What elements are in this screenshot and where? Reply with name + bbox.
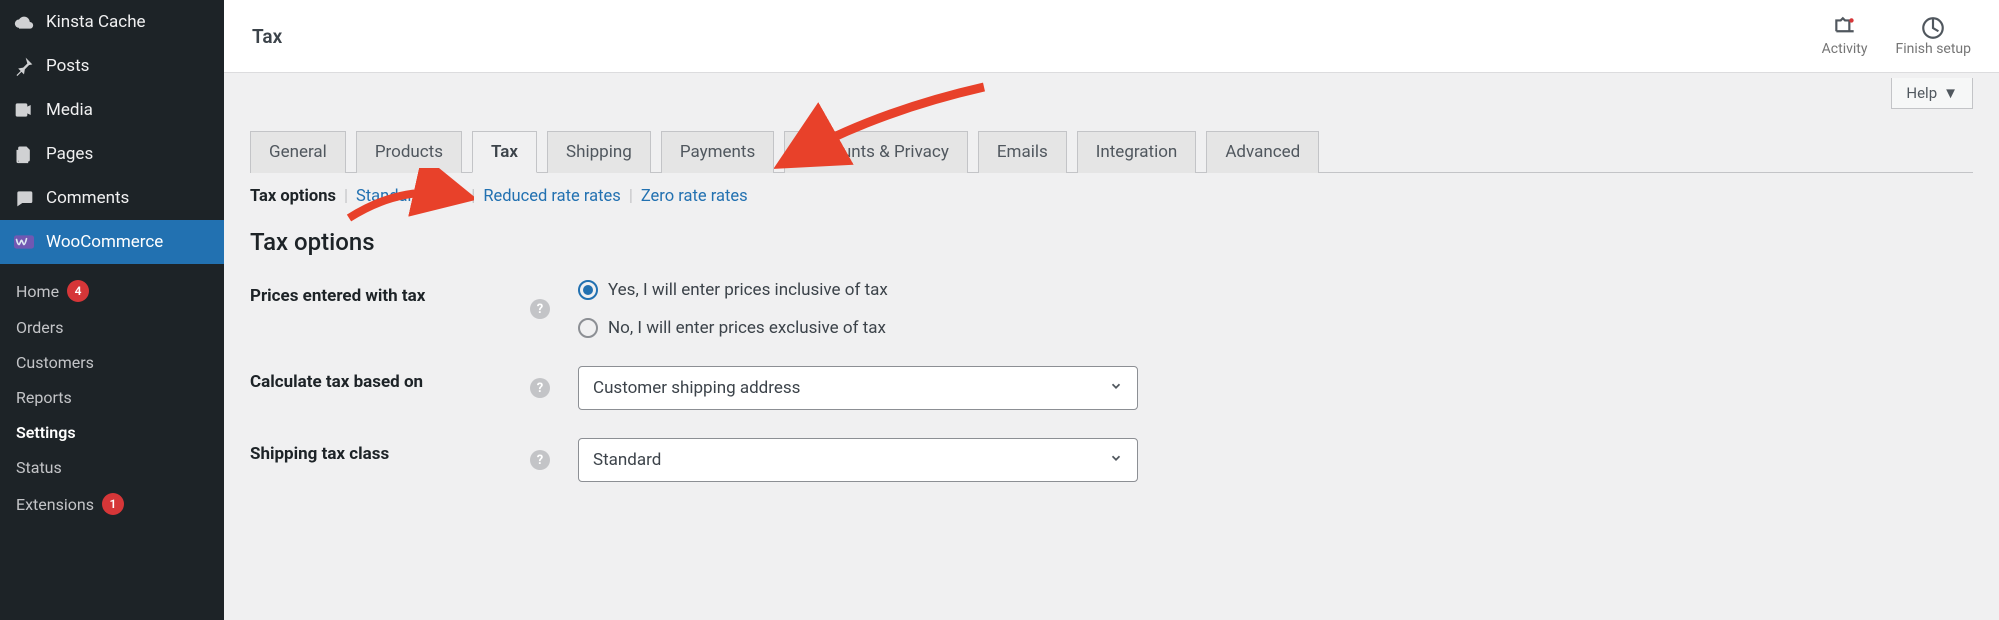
chevron-down-icon xyxy=(1109,450,1123,470)
row-shipping-tax-class: Shipping tax class ? Standard xyxy=(250,424,1973,496)
sidebar-item-label: Pages xyxy=(46,144,93,164)
subsub-link-zero-rates[interactable]: Zero rate rates xyxy=(641,187,748,206)
activity-label: Activity xyxy=(1822,41,1868,57)
submenu-item-extensions[interactable]: Extensions 1 xyxy=(0,485,224,523)
help-tab[interactable]: Help ▼ xyxy=(1891,78,1973,109)
subsub-link-reduced-rates[interactable]: Reduced rate rates xyxy=(483,187,621,206)
select-value: Standard xyxy=(593,450,661,470)
topbar: Tax Activity Finish setup xyxy=(224,0,1999,73)
submenu-label: Customers xyxy=(16,353,94,372)
tab-label: Products xyxy=(375,142,443,162)
submenu-label: Reports xyxy=(16,388,72,407)
subsub-nav: Tax options | Standard rates | Reduced r… xyxy=(224,173,1999,206)
submenu-label: Status xyxy=(16,458,62,477)
badge: 1 xyxy=(102,493,124,515)
submenu-item-settings[interactable]: Settings xyxy=(0,415,224,450)
radio-input[interactable] xyxy=(578,318,598,338)
media-icon xyxy=(12,98,36,122)
radio-label: No, I will enter prices exclusive of tax xyxy=(608,318,886,338)
sidebar-item-pages[interactable]: Pages xyxy=(0,132,224,176)
help-icon[interactable]: ? xyxy=(530,378,550,398)
help-icon[interactable]: ? xyxy=(530,299,550,319)
tab-label: Integration xyxy=(1096,142,1178,162)
admin-sidebar: Kinsta Cache Posts Media Pages Comments … xyxy=(0,0,224,620)
submenu-label: Settings xyxy=(16,423,76,442)
sidebar-item-woocommerce[interactable]: WooCommerce xyxy=(0,220,224,264)
finish-setup-button[interactable]: Finish setup xyxy=(1896,15,1972,57)
radio-group-prices: Yes, I will enter prices inclusive of ta… xyxy=(578,280,888,338)
tab-advanced[interactable]: Advanced xyxy=(1206,131,1319,173)
sidebar-item-label: Posts xyxy=(46,56,89,76)
sidebar-item-label: Media xyxy=(46,100,93,120)
separator: | xyxy=(629,187,633,206)
select-calculate-tax[interactable]: Customer shipping address xyxy=(578,366,1138,410)
woo-icon xyxy=(12,230,36,254)
submenu-item-reports[interactable]: Reports xyxy=(0,380,224,415)
tab-payments[interactable]: Payments xyxy=(661,131,774,173)
submenu-label: Orders xyxy=(16,318,63,337)
submenu-item-customers[interactable]: Customers xyxy=(0,345,224,380)
submenu-label: Home xyxy=(16,282,59,301)
subsub-link-standard-rates[interactable]: Standard rates xyxy=(356,187,463,206)
help-label: Help xyxy=(1906,84,1937,102)
main-content: Tax Activity Finish setup Help ▼ General… xyxy=(224,0,1999,620)
sidebar-item-label: Kinsta Cache xyxy=(46,12,146,32)
settings-tabs: General Products Tax Shipping Payments A… xyxy=(224,131,1999,173)
submenu-item-home[interactable]: Home 4 xyxy=(0,272,224,310)
row-prices-entered-with-tax: Prices entered with tax ? Yes, I will en… xyxy=(250,266,1973,352)
sidebar-item-label: WooCommerce xyxy=(46,232,163,252)
tab-label: Emails xyxy=(997,142,1048,162)
sidebar-item-media[interactable]: Media xyxy=(0,88,224,132)
separator: | xyxy=(471,187,475,206)
cloud-icon xyxy=(12,10,36,34)
activity-button[interactable]: Activity xyxy=(1822,15,1868,57)
select-shipping-tax-class[interactable]: Standard xyxy=(578,438,1138,482)
radio-option-exclusive[interactable]: No, I will enter prices exclusive of tax xyxy=(578,318,888,338)
pages-icon xyxy=(12,142,36,166)
finish-setup-label: Finish setup xyxy=(1896,41,1972,57)
tab-label: Advanced xyxy=(1225,142,1300,162)
form-table: Prices entered with tax ? Yes, I will en… xyxy=(224,266,1999,496)
field-label: Prices entered with tax xyxy=(250,280,530,306)
sidebar-item-kinsta-cache[interactable]: Kinsta Cache xyxy=(0,0,224,44)
tab-label: Accounts & Privacy xyxy=(803,142,949,162)
tab-emails[interactable]: Emails xyxy=(978,131,1067,173)
tab-products[interactable]: Products xyxy=(356,131,462,173)
sidebar-submenu: Home 4 Orders Customers Reports Settings… xyxy=(0,264,224,533)
radio-option-inclusive[interactable]: Yes, I will enter prices inclusive of ta… xyxy=(578,280,888,300)
row-calculate-tax-based-on: Calculate tax based on ? Customer shippi… xyxy=(250,352,1973,424)
sidebar-item-label: Comments xyxy=(46,188,129,208)
tab-accounts-privacy[interactable]: Accounts & Privacy xyxy=(784,131,968,173)
field-label: Shipping tax class xyxy=(250,438,530,464)
select-value: Customer shipping address xyxy=(593,378,800,398)
tab-label: Shipping xyxy=(566,142,632,162)
comment-icon xyxy=(12,186,36,210)
sidebar-item-comments[interactable]: Comments xyxy=(0,176,224,220)
chevron-down-icon xyxy=(1109,378,1123,398)
tab-integration[interactable]: Integration xyxy=(1077,131,1197,173)
radio-input[interactable] xyxy=(578,280,598,300)
separator: | xyxy=(344,187,348,206)
section-title: Tax options xyxy=(224,206,1999,266)
subsub-current: Tax options xyxy=(250,187,336,206)
topbar-actions: Activity Finish setup xyxy=(1822,15,1971,57)
help-icon[interactable]: ? xyxy=(530,450,550,470)
badge: 4 xyxy=(67,280,89,302)
tab-shipping[interactable]: Shipping xyxy=(547,131,651,173)
submenu-item-orders[interactable]: Orders xyxy=(0,310,224,345)
tab-general[interactable]: General xyxy=(250,131,346,173)
submenu-item-status[interactable]: Status xyxy=(0,450,224,485)
tab-label: General xyxy=(269,142,327,162)
tab-tax[interactable]: Tax xyxy=(472,131,537,173)
tab-label: Tax xyxy=(491,142,518,162)
tab-label: Payments xyxy=(680,142,755,162)
sidebar-item-posts[interactable]: Posts xyxy=(0,44,224,88)
radio-label: Yes, I will enter prices inclusive of ta… xyxy=(608,280,888,300)
chevron-down-icon: ▼ xyxy=(1943,84,1958,102)
pin-icon xyxy=(12,54,36,78)
page-title: Tax xyxy=(252,25,1822,48)
field-label: Calculate tax based on xyxy=(250,366,530,392)
submenu-label: Extensions xyxy=(16,495,94,514)
